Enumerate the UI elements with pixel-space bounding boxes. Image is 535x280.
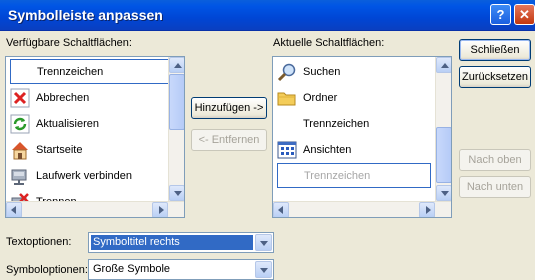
cancel-icon xyxy=(10,88,30,108)
close-window-button[interactable]: ✕ xyxy=(514,4,535,25)
available-buttons-label: Verfügbare Schaltflächen: xyxy=(6,37,132,49)
scroll-left-button[interactable] xyxy=(6,202,22,217)
home-icon xyxy=(10,140,30,160)
list-item[interactable]: Startseite xyxy=(10,137,82,162)
list-item[interactable]: Trennzeichen xyxy=(277,163,431,188)
text-options-select[interactable]: Symboltitel rechts xyxy=(88,232,274,253)
remove-button[interactable]: <- Entfernen xyxy=(191,129,267,151)
icon-options-value: Große Symbole xyxy=(93,263,171,275)
list-item[interactable]: Aktualisieren xyxy=(10,111,99,136)
current-buttons-list[interactable]: Suchen Ordner Trennzeichen Ansichten Tre… xyxy=(272,56,452,218)
reset-button[interactable]: Zurücksetzen xyxy=(459,66,531,88)
vertical-scrollbar[interactable] xyxy=(435,57,451,201)
refresh-icon xyxy=(10,114,30,134)
list-item[interactable]: Trennzeichen xyxy=(277,111,369,136)
move-up-button[interactable]: Nach oben xyxy=(459,149,531,171)
chevron-down-icon[interactable] xyxy=(255,234,272,251)
scroll-right-button[interactable] xyxy=(152,202,168,217)
search-icon xyxy=(277,62,297,82)
scroll-thumb[interactable] xyxy=(169,74,184,130)
help-button[interactable]: ? xyxy=(490,4,511,25)
list-item[interactable]: Ordner xyxy=(277,85,337,110)
scroll-up-button[interactable] xyxy=(169,57,184,73)
move-down-button[interactable]: Nach unten xyxy=(459,176,531,198)
scroll-left-button[interactable] xyxy=(273,202,289,217)
list-item[interactable]: Laufwerk verbinden xyxy=(10,163,132,188)
folder-icon xyxy=(277,88,297,108)
chevron-down-icon[interactable] xyxy=(255,261,272,278)
horizontal-scrollbar[interactable] xyxy=(6,201,184,217)
available-buttons-list[interactable]: Trennzeichen Abbrechen Aktualisieren Sta… xyxy=(5,56,185,218)
icon-options-select[interactable]: Große Symbole xyxy=(88,259,274,280)
text-options-label: Textoptionen: xyxy=(6,236,72,248)
icon-options-label: Symboloptionen: xyxy=(6,264,88,276)
vertical-scrollbar[interactable] xyxy=(168,57,184,201)
map-drive-icon xyxy=(10,166,30,186)
list-item[interactable]: Suchen xyxy=(277,59,340,84)
current-buttons-label: Aktuelle Schaltflächen: xyxy=(273,37,385,49)
add-button[interactable]: Hinzufügen -> xyxy=(191,97,267,119)
list-item[interactable]: Abbrechen xyxy=(10,85,89,110)
horizontal-scrollbar[interactable] xyxy=(273,201,451,217)
close-button[interactable]: Schließen xyxy=(459,39,531,61)
text-options-value: Symboltitel rechts xyxy=(91,235,253,250)
scroll-up-button[interactable] xyxy=(436,57,451,73)
list-item[interactable]: Trennzeichen xyxy=(10,59,170,84)
title-bar: Symbolleiste anpassen ? ✕ xyxy=(0,0,535,31)
scroll-right-button[interactable] xyxy=(419,202,435,217)
list-item[interactable]: Ansichten xyxy=(277,137,351,162)
window-title: Symbolleiste anpassen xyxy=(8,7,163,23)
scroll-down-button[interactable] xyxy=(436,185,451,201)
scroll-down-button[interactable] xyxy=(169,185,184,201)
views-icon xyxy=(277,140,297,160)
scroll-thumb[interactable] xyxy=(436,127,451,183)
